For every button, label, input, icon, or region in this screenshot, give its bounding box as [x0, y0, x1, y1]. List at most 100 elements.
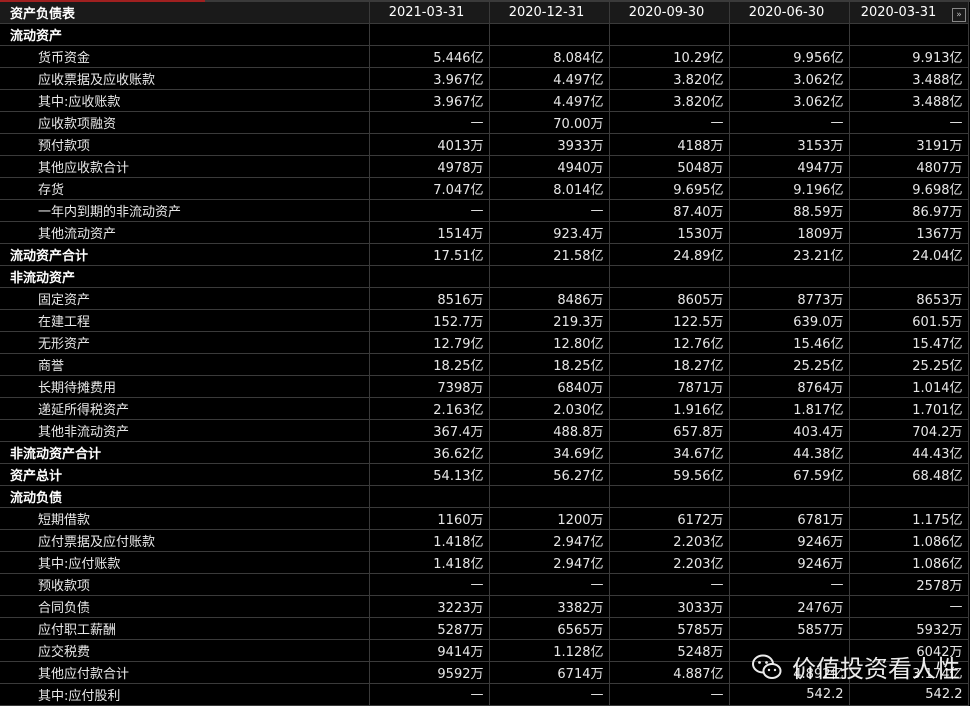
table-row[interactable]: 其他非流动资产 367.4万 488.8万 657.8万 403.4万 704.2万 [0, 419, 969, 442]
value-cell [729, 485, 850, 508]
table-row[interactable]: 递延所得税资产 2.163亿 2.030亿 1.916亿 1.817亿 1.701亿 [0, 397, 969, 420]
table-row[interactable]: 在建工程 152.7万 219.3万 122.5万 639.0万 601.5万 [0, 309, 969, 332]
date-column-header[interactable]: 2020-06-30 [729, 2, 850, 24]
table-row[interactable]: 商誉 18.25亿 18.25亿 18.27亿 25.25亿 25.25亿 [0, 353, 969, 376]
value-cell: 3223万 [369, 595, 490, 618]
value-cell: 2.947亿 [489, 529, 610, 552]
value-cell: 12.76亿 [609, 331, 730, 354]
value-cell: 36.62亿 [369, 441, 490, 464]
table-row[interactable]: 短期借款 1160万 1200万 6172万 6781万 1.175亿 [0, 507, 969, 530]
table-row[interactable]: 其中:应付账款 1.418亿 2.947亿 2.203亿 9246万 1.086亿 [0, 551, 969, 574]
value-cell: — [609, 573, 730, 596]
row-label: 商誉 [0, 353, 370, 376]
value-cell: 3191万 [849, 133, 969, 156]
value-cell: 8764万 [729, 375, 850, 398]
table-row[interactable]: 无形资产 12.79亿 12.80亿 12.76亿 15.46亿 15.47亿 [0, 331, 969, 354]
value-cell: 87.40万 [609, 199, 730, 222]
table-row[interactable]: 其他应收款合计 4978万 4940万 5048万 4947万 4807万 [0, 155, 969, 178]
value-cell: 3.062亿 [729, 67, 850, 90]
section-row[interactable]: 流动资产 [0, 23, 969, 46]
table-row[interactable]: 长期待摊费用 7398万 6840万 7871万 8764万 1.014亿 [0, 375, 969, 398]
value-cell: 5248万 [609, 639, 730, 662]
value-cell: 3.488亿 [849, 67, 969, 90]
value-cell: — [369, 111, 490, 134]
row-label: 货币资金 [0, 45, 370, 68]
value-cell: 219.3万 [489, 309, 610, 332]
value-cell: 1809万 [729, 221, 850, 244]
table-row[interactable]: 应收票据及应收账款 3.967亿 4.497亿 3.820亿 3.062亿 3.488亿 [0, 67, 969, 90]
value-cell: 5287万 [369, 617, 490, 640]
value-cell: 3153万 [729, 133, 850, 156]
value-cell: 15.47亿 [849, 331, 969, 354]
value-cell: 3.062亿 [729, 89, 850, 112]
value-cell: — [729, 573, 850, 596]
row-label: 固定资产 [0, 287, 370, 310]
value-cell: 2.203亿 [609, 529, 730, 552]
table-row[interactable]: 应付职工薪酬 5287万 6565万 5785万 5857万 5932万 [0, 617, 969, 640]
value-cell: 21.58亿 [489, 243, 610, 266]
value-cell: 88.59万 [729, 199, 850, 222]
table-row[interactable]: 合同负债 3223万 3382万 3033万 2476万 — [0, 595, 969, 618]
section-row[interactable]: 流动负债 [0, 485, 969, 508]
value-cell: 4013万 [369, 133, 490, 156]
value-cell: 7.047亿 [369, 177, 490, 200]
date-column-header[interactable]: 2020-09-30 [609, 2, 730, 24]
value-cell [369, 265, 490, 288]
table-row[interactable]: 预收款项 — — — —2578万 [0, 573, 969, 596]
row-label: 其他应付款合计 [0, 661, 370, 684]
table-row[interactable]: 固定资产 8516万 8486万 8605万 8773万 8653万 [0, 287, 969, 310]
value-cell [489, 23, 610, 46]
value-cell: 1.418亿 [369, 551, 490, 574]
value-cell: 152.7万 [369, 309, 490, 332]
value-cell [849, 265, 969, 288]
value-cell: 3.488亿 [849, 89, 969, 112]
section-row[interactable]: 非流动资产 [0, 265, 969, 288]
value-cell: 9246万 [729, 529, 850, 552]
section-label: 流动负债 [0, 485, 370, 508]
value-cell: 18.27亿 [609, 353, 730, 376]
row-label: 应交税费 [0, 639, 370, 662]
table-row[interactable]: 其中:应付股利 — — —542.2 542.2 [0, 683, 969, 706]
value-cell: 542.2 [729, 683, 850, 706]
section-row[interactable]: 流动资产合计 17.51亿 21.58亿 24.89亿 23.21亿 24.04亿 [0, 243, 969, 266]
table-row[interactable]: 货币资金 5.446亿 8.084亿 10.29亿 9.956亿 9.913亿 [0, 45, 969, 68]
value-cell: 5932万 [849, 617, 969, 640]
double-chevron-right-icon[interactable]: » [952, 8, 966, 22]
section-row[interactable]: 非流动资产合计 36.62亿 34.69亿 34.67亿 44.38亿 44.43亿 [0, 441, 969, 464]
table-row[interactable]: 其中:应收账款 3.967亿 4.497亿 3.820亿 3.062亿 3.488亿 [0, 89, 969, 112]
date-column-header[interactable]: 2021-03-31 [369, 2, 490, 24]
value-cell: 6840万 [489, 375, 610, 398]
value-cell: 59.56亿 [609, 463, 730, 486]
value-cell: 1.701亿 [849, 397, 969, 420]
value-cell: 9.913亿 [849, 45, 969, 68]
value-cell: 3.820亿 [609, 67, 730, 90]
section-label: 非流动资产合计 [0, 441, 370, 464]
row-label: 其中:应付账款 [0, 551, 370, 574]
table-row[interactable]: 应付票据及应付账款 1.418亿 2.947亿 2.203亿 9246万 1.086亿 [0, 529, 969, 552]
value-cell: 1.175亿 [849, 507, 969, 530]
value-cell: 657.8万 [609, 419, 730, 442]
table-row[interactable]: 应收款项融资 —70.00万 — — — [0, 111, 969, 134]
table-row[interactable]: 存货 7.047亿 8.014亿 9.695亿 9.196亿 9.698亿 [0, 177, 969, 200]
table-row[interactable]: 其他流动资产 1514万 923.4万 1530万 1809万 1367万 [0, 221, 969, 244]
table-row[interactable]: 一年内到期的非流动资产 — —87.40万 88.59万 86.97万 [0, 199, 969, 222]
row-label: 其他流动资产 [0, 221, 370, 244]
date-column-header[interactable]: 2020-12-31 [489, 2, 610, 24]
value-cell: 70.00万 [489, 111, 610, 134]
value-cell: 4.887亿 [609, 661, 730, 684]
value-cell: 8605万 [609, 287, 730, 310]
value-cell: 18.25亿 [489, 353, 610, 376]
value-cell: 3.967亿 [369, 89, 490, 112]
section-row[interactable]: 资产总计 54.13亿 56.27亿 59.56亿 67.59亿 68.48亿 [0, 463, 969, 486]
row-label: 预收款项 [0, 573, 370, 596]
row-label: 一年内到期的非流动资产 [0, 199, 370, 222]
value-cell: 6714万 [489, 661, 610, 684]
table-row[interactable]: 预付款项 4013万 3933万 4188万 3153万 3191万 [0, 133, 969, 156]
value-cell: 2.163亿 [369, 397, 490, 420]
value-cell [369, 23, 490, 46]
date-column-header[interactable]: 2020-03-31 [849, 2, 969, 24]
value-cell: 9.698亿 [849, 177, 969, 200]
value-cell: 7398万 [369, 375, 490, 398]
value-cell: 9.695亿 [609, 177, 730, 200]
value-cell: 9.196亿 [729, 177, 850, 200]
